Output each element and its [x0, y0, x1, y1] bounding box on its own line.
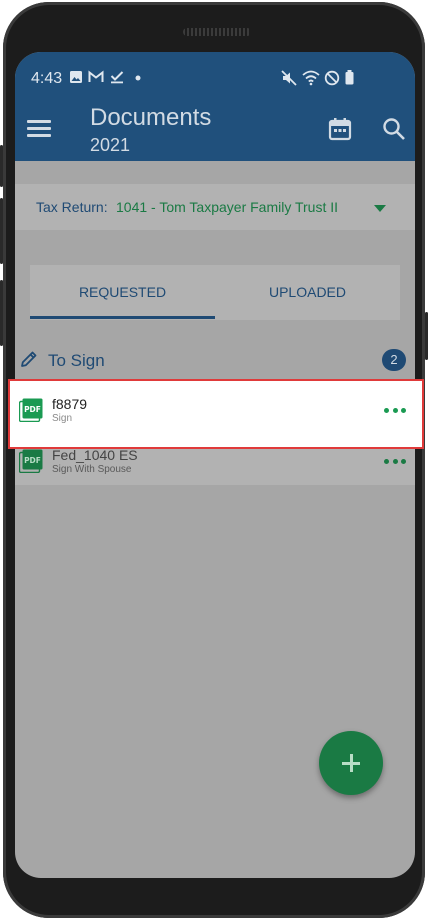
- section-title: To Sign: [48, 351, 105, 370]
- wifi-icon: [302, 70, 320, 86]
- gmail-icon: [88, 70, 104, 82]
- volume-down-button: [0, 198, 3, 264]
- count-badge: 2: [382, 349, 406, 371]
- power-button: [425, 312, 428, 360]
- plus-icon-vertical: [350, 754, 353, 772]
- document-subtitle: Sign With Spouse: [52, 464, 132, 475]
- document-subtitle: Sign: [52, 413, 73, 424]
- document-name: Fed_1040 ES: [52, 447, 138, 463]
- search-icon[interactable]: [381, 116, 407, 142]
- tab-requested[interactable]: REQUESTED: [30, 265, 215, 320]
- calendar-icon[interactable]: [327, 116, 353, 142]
- pdf-icon: PDF: [19, 398, 43, 422]
- volume-up-button: [0, 145, 3, 187]
- pencil-icon: [21, 351, 37, 367]
- dnd-icon: [324, 70, 340, 86]
- bixby-button: [0, 280, 3, 346]
- svg-text:PDF: PDF: [24, 405, 41, 414]
- list-item[interactable]: PDF f8879 Sign: [15, 388, 415, 434]
- more-options-icon[interactable]: [383, 403, 407, 417]
- tax-return-value[interactable]: 1041 - Tom Taxpayer Family Trust II: [116, 199, 338, 215]
- add-document-button[interactable]: [319, 731, 383, 795]
- page-title: Documents: [90, 104, 212, 131]
- mute-icon: [281, 70, 297, 86]
- app-bar: 4:43 Documents 2021: [15, 52, 415, 161]
- tax-return-label: Tax Return:: [36, 199, 108, 215]
- to-sign-section-header: To Sign 2: [15, 346, 415, 376]
- status-time: 4:43: [31, 70, 63, 87]
- active-tab-indicator: [30, 316, 215, 319]
- dot-icon: [135, 75, 141, 81]
- earpiece-speaker: [183, 28, 251, 36]
- battery-icon: [345, 70, 354, 85]
- pdf-icon: PDF: [19, 449, 43, 473]
- tax-return-selector[interactable]: Tax Return: 1041 - Tom Taxpayer Family T…: [15, 184, 415, 230]
- check-icon: [110, 71, 124, 84]
- page-subtitle: 2021: [90, 135, 131, 155]
- document-tabs: REQUESTED UPLOADED: [30, 265, 400, 320]
- status-bar: 4:43: [15, 52, 415, 104]
- svg-text:PDF: PDF: [24, 456, 41, 465]
- caret-down-icon[interactable]: [374, 205, 386, 212]
- menu-icon[interactable]: [27, 118, 53, 140]
- tab-uploaded[interactable]: UPLOADED: [215, 265, 400, 320]
- image-icon: [70, 71, 82, 83]
- document-name: f8879: [52, 396, 88, 412]
- more-options-icon[interactable]: [383, 454, 407, 468]
